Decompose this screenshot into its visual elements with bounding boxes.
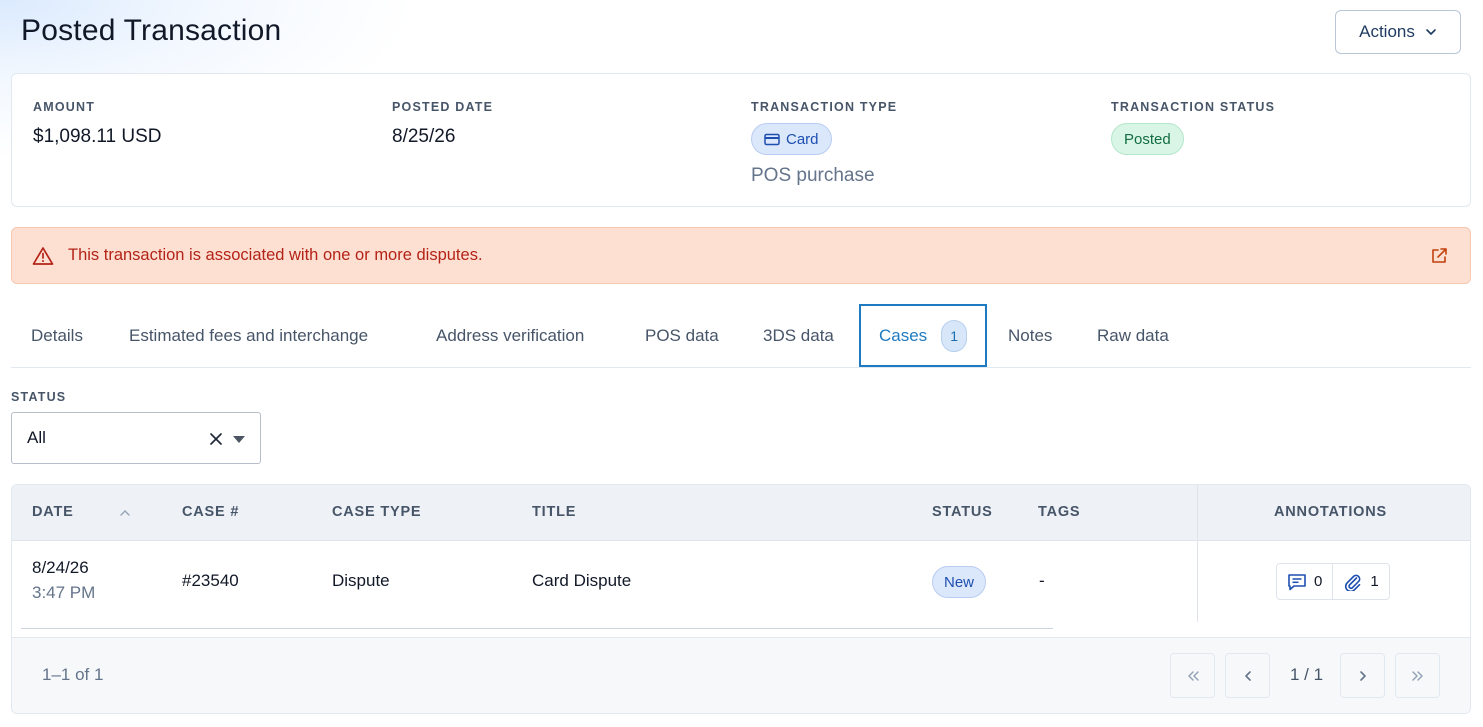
external-link-icon[interactable] — [1429, 246, 1449, 266]
tab-address-verification[interactable]: Address verification — [436, 304, 584, 367]
pagination-range: 1–1 of 1 — [42, 665, 104, 684]
table-header: DATE CASE # CASE TYPE TITLE STATUS TAGS … — [12, 485, 1470, 541]
next-page-button[interactable] — [1340, 653, 1385, 698]
transaction-type-label: TRANSACTION TYPE — [751, 100, 898, 114]
first-page-button[interactable] — [1170, 653, 1215, 698]
comments-count: 0 — [1314, 573, 1323, 590]
tab-label: Notes — [1008, 325, 1053, 345]
status-filter-label: STATUS — [11, 390, 67, 404]
tab-notes[interactable]: Notes — [1008, 304, 1052, 367]
column-header-case-number: CASE # — [182, 504, 240, 520]
cases-count-badge: 1 — [941, 319, 967, 352]
transaction-type-badge-label: Card — [786, 130, 819, 148]
chevron-down-icon — [1426, 29, 1436, 35]
case-title: Card Dispute — [532, 571, 632, 590]
case-tags: - — [1039, 571, 1045, 590]
previous-page-button[interactable] — [1225, 653, 1270, 698]
tab-pos-data[interactable]: POS data — [645, 304, 719, 367]
transaction-tabs: Details Estimated fees and interchange A… — [11, 304, 1471, 368]
column-header-status: STATUS — [932, 504, 993, 520]
actions-button[interactable]: Actions — [1335, 10, 1461, 54]
posted-date-value: 8/25/26 — [392, 126, 456, 147]
transaction-type-badge: Card — [751, 123, 832, 155]
page-title: Posted Transaction — [21, 14, 282, 47]
transaction-status-badge-label: Posted — [1124, 130, 1171, 148]
double-chevron-right-icon — [1411, 670, 1423, 681]
status-filter-value: All — [27, 428, 46, 447]
dispute-alert-text: This transaction is associated with one … — [68, 246, 483, 264]
posted-date-label: POSTED DATE — [392, 100, 494, 114]
tab-details[interactable]: Details — [31, 304, 83, 367]
last-page-button[interactable] — [1395, 653, 1440, 698]
dispute-alert-banner: This transaction is associated with one … — [11, 227, 1471, 284]
case-type: Dispute — [332, 571, 390, 590]
double-chevron-left-icon — [1187, 670, 1199, 681]
credit-card-icon — [764, 133, 780, 145]
transaction-status-field: TRANSACTION STATUS Posted — [1111, 100, 1275, 155]
table-row[interactable]: 8/24/26 3:47 PM #23540 Dispute Card Disp… — [12, 541, 1470, 626]
tab-cases[interactable]: Cases 1 — [859, 304, 987, 367]
posted-date-field: POSTED DATE 8/25/26 — [392, 100, 493, 148]
close-icon[interactable] — [208, 431, 224, 447]
comments-button[interactable]: 0 — [1277, 564, 1332, 599]
tab-label: Address verification — [436, 325, 585, 345]
transaction-summary-card: AMOUNT $1,098.11 USD POSTED DATE 8/25/26… — [11, 73, 1471, 207]
table-pagination: 1–1 of 1 1 / 1 — [12, 637, 1470, 713]
warning-triangle-icon — [32, 247, 54, 265]
tab-label: Details — [31, 325, 83, 345]
transaction-type-field: TRANSACTION TYPE Card POS purchase — [751, 100, 897, 187]
transaction-subtype: POS purchase — [751, 165, 875, 186]
tab-label: 3DS data — [763, 325, 834, 345]
case-date: 8/24/26 — [32, 558, 89, 577]
transaction-status-badge: Posted — [1111, 123, 1184, 155]
tab-label: Estimated fees and interchange — [129, 325, 369, 345]
amount-field: AMOUNT $1,098.11 USD — [33, 100, 162, 148]
row-divider — [21, 628, 1053, 629]
status-filter-select[interactable]: All — [11, 412, 261, 464]
column-header-title: TITLE — [532, 504, 577, 520]
tab-label: POS data — [645, 325, 719, 345]
tab-raw-data[interactable]: Raw data — [1097, 304, 1169, 367]
case-time: 3:47 PM — [32, 583, 96, 602]
annotations-group: 0 1 — [1276, 563, 1390, 600]
column-header-tags: TAGS — [1038, 504, 1081, 520]
cases-table: DATE CASE # CASE TYPE TITLE STATUS TAGS … — [11, 484, 1471, 714]
comment-icon — [1288, 573, 1306, 590]
chevron-left-icon — [1244, 670, 1251, 681]
caret-down-icon[interactable] — [232, 434, 246, 444]
tab-label: Raw data — [1097, 325, 1169, 345]
pagination-page-indicator: 1 / 1 — [1290, 665, 1324, 684]
column-header-annotations: ANNOTATIONS — [1274, 504, 1387, 520]
amount-value: $1,098.11 USD — [33, 126, 162, 147]
case-number: #23540 — [182, 571, 239, 590]
actions-button-label: Actions — [1359, 22, 1415, 41]
attachments-count: 1 — [1370, 573, 1379, 590]
attachments-button[interactable]: 1 — [1332, 564, 1388, 599]
amount-label: AMOUNT — [33, 100, 96, 114]
column-header-date[interactable]: DATE — [32, 504, 74, 520]
sort-up-icon[interactable] — [120, 509, 130, 516]
paperclip-icon — [1345, 574, 1361, 591]
tab-label: Cases — [879, 325, 928, 345]
case-status-badge: New — [932, 566, 987, 598]
tab-3ds-data[interactable]: 3DS data — [763, 304, 834, 367]
column-header-case-type: CASE TYPE — [332, 504, 422, 520]
chevron-right-icon — [1359, 670, 1366, 681]
tab-estimated-fees[interactable]: Estimated fees and interchange — [129, 304, 368, 367]
transaction-status-label: TRANSACTION STATUS — [1111, 100, 1276, 114]
